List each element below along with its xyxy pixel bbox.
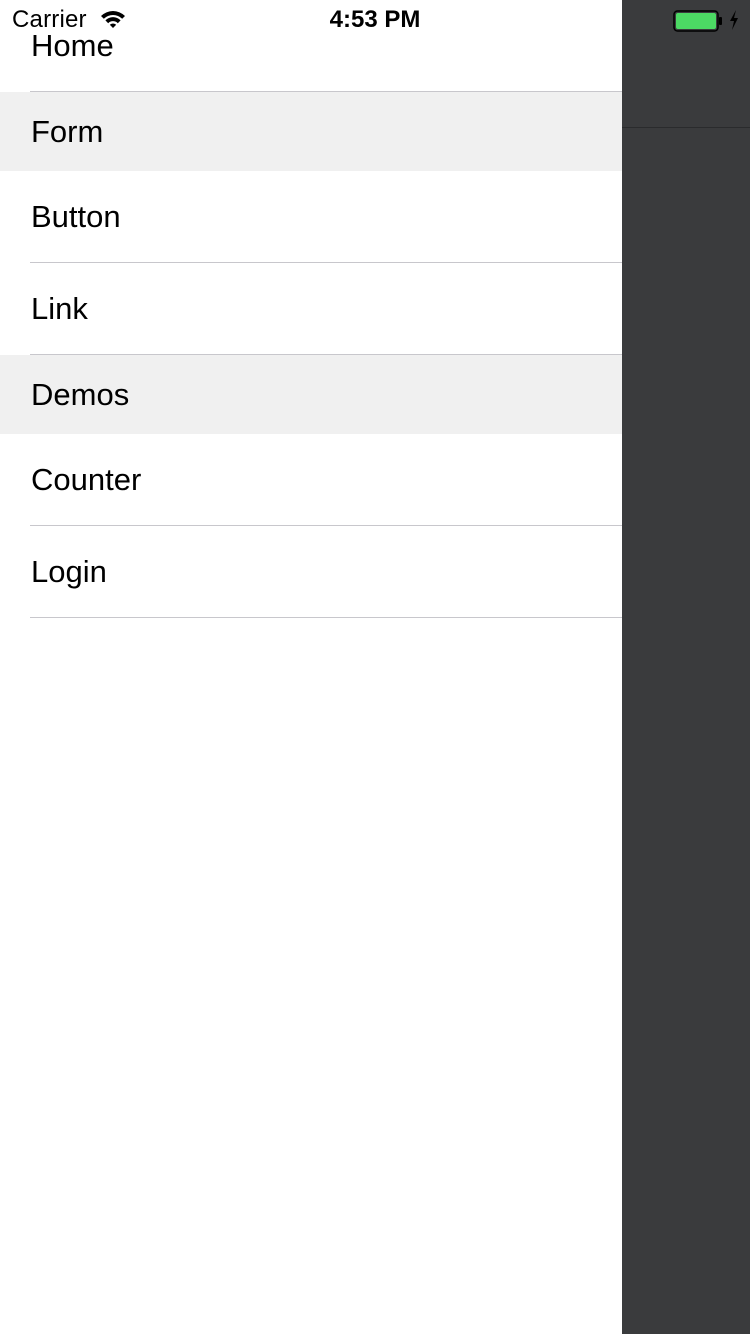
bolt-icon — [730, 10, 738, 30]
menu-item-label: Counter — [31, 462, 142, 497]
menu-section-form: Form — [0, 92, 622, 171]
menu-item-label: Login — [31, 554, 107, 589]
menu-item-login[interactable]: Login — [0, 526, 622, 617]
menu-item-button[interactable]: Button — [0, 171, 622, 262]
menu-item-counter[interactable]: Counter — [0, 434, 622, 525]
menu-section-label: Demos — [31, 377, 130, 412]
menu-section-demos: Demos — [0, 355, 622, 434]
menu-section-label: Form — [31, 114, 104, 149]
menu-item-link[interactable]: Link — [0, 263, 622, 354]
battery-icon — [673, 10, 722, 32]
side-drawer: Home Form Button Link Demos Counter Logi… — [0, 0, 622, 1334]
menu-item-label: Link — [31, 291, 88, 326]
status-time: 4:53 PM — [329, 6, 421, 33]
menu-separator — [30, 617, 622, 618]
menu-item-label: Button — [31, 199, 121, 234]
status-bar: Carrier 4:53 PM — [0, 0, 750, 40]
drawer-scrim[interactable] — [622, 0, 750, 1334]
